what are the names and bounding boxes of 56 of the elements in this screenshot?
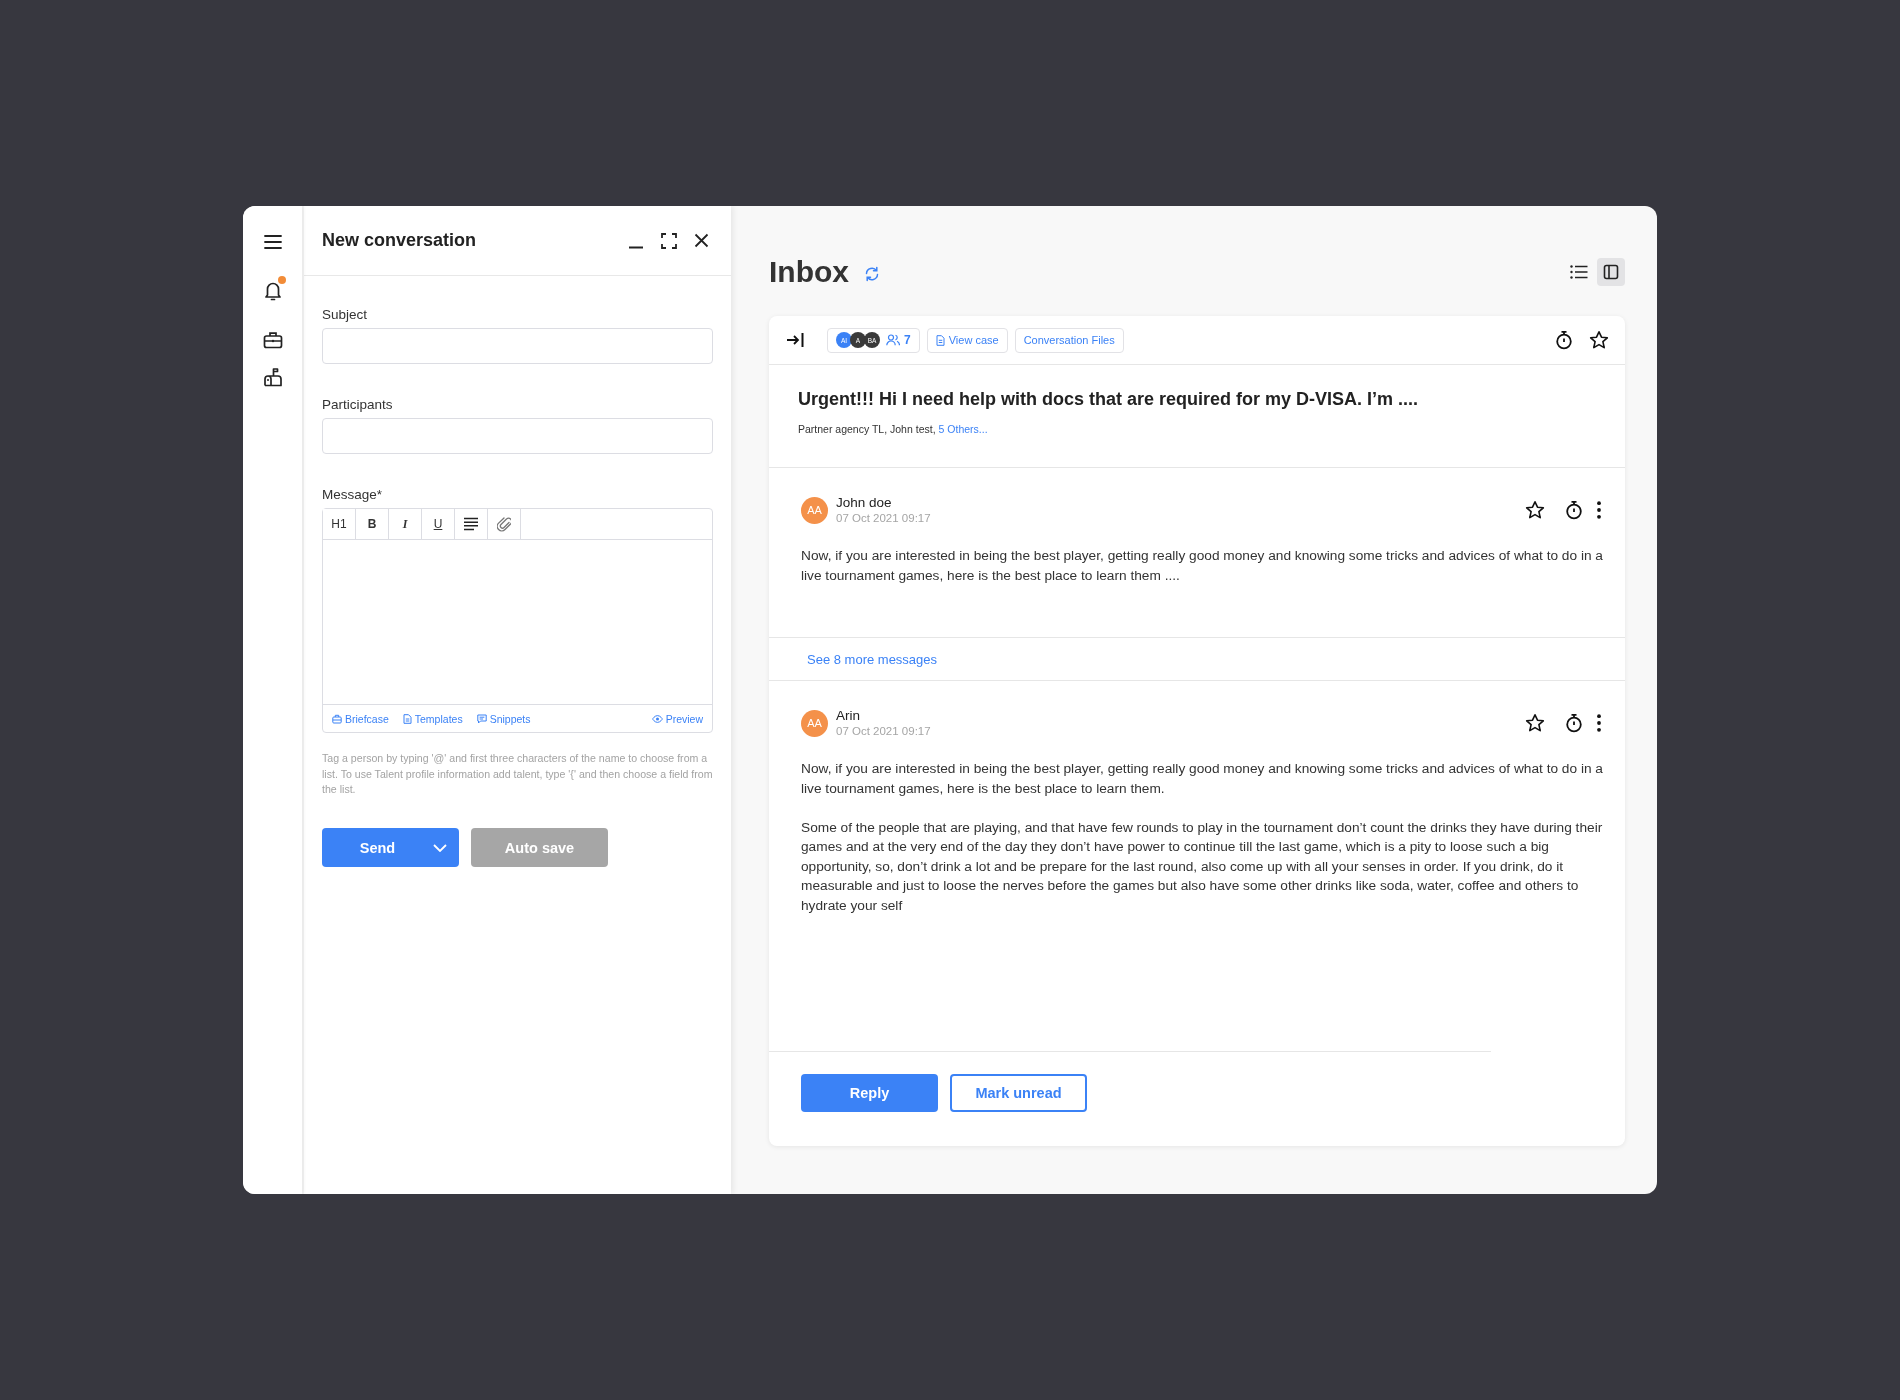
message-text: Now, if you are interested in being the best player, getting really good money and knowing some tricks and advices of what to do in a live tournament games, here is the best place to learn them. — [801, 760, 1604, 798]
text-input[interactable] — [322, 328, 713, 364]
recipients-text: Partner agency TL, John test, — [798, 422, 936, 437]
conversation-subject: Urgent!!! Hi I need help with docs that are required for my D-VISA. I’m .... — [798, 388, 1420, 410]
message-editor[interactable]: H1 B I U Briefcase Templates Snippets Preview — [322, 508, 713, 733]
fullscreen-icon[interactable] — [661, 232, 677, 249]
mark-unread-button[interactable]: Mark unread — [950, 1074, 1087, 1112]
helper-text: Tag a person by typing '@' and first three characters of the name to choose from a list. To use Talent profile information add talent, type '{' and then choose a field from the list. — [322, 751, 713, 798]
document-icon — [935, 334, 945, 346]
more-options-icon[interactable] — [1597, 714, 1601, 732]
field-label: Message* — [322, 486, 384, 503]
star-icon[interactable] — [1525, 713, 1545, 733]
stopwatch-icon[interactable] — [1555, 330, 1573, 350]
preview-link[interactable]: Preview — [651, 712, 703, 725]
insert-link[interactable]: Templates — [402, 712, 463, 725]
field-label: Participants — [322, 396, 394, 413]
close-icon[interactable] — [694, 233, 709, 248]
more-options-icon[interactable] — [1597, 501, 1601, 519]
insert-link[interactable]: Briefcase — [332, 712, 389, 725]
insert-link[interactable]: Snippets — [476, 712, 531, 725]
participant-count: 7 — [904, 333, 911, 347]
format-button[interactable]: H1 — [323, 509, 356, 539]
avatar: AA — [801, 496, 828, 524]
star-icon[interactable] — [1525, 500, 1545, 520]
document-icon — [402, 713, 412, 724]
page-title: Inbox — [769, 255, 849, 289]
briefcase-icon — [332, 713, 342, 724]
others-link[interactable]: 5 Others... — [938, 421, 988, 437]
mailbox-icon[interactable] — [262, 367, 283, 387]
reply-button[interactable]: Reply — [801, 1074, 938, 1112]
message-time: 07 Oct 2021 09:17 — [836, 724, 931, 739]
eye-icon — [651, 714, 663, 723]
sender-name: Arin — [836, 707, 861, 724]
send-button[interactable]: Send — [322, 828, 459, 868]
panel-view-icon[interactable] — [1597, 258, 1625, 286]
link-chip[interactable]: Conversation Files — [1014, 327, 1124, 353]
stopwatch-icon[interactable] — [1565, 500, 1583, 520]
panel-title: New conversation — [322, 230, 477, 251]
sender-name: John doe — [836, 494, 893, 511]
menu-icon[interactable] — [263, 235, 282, 249]
message-text: Some of the people that are playing, and that have few rounds to play in the tournament don’t count the drinks they have during their games and at the very end of the day they don’t have power to continue till the last game, which is a pity to loose such a big opportunity, so, don’t drink a lot and be prepare for the last round, also come up with all your senses in order. If you drink, do it measurable and just to loose the nerves before the games but also have some other drinks like soda, water, coffee and others to hydrate your self — [801, 818, 1604, 915]
chat-icon — [476, 713, 487, 724]
collapse-arrow-icon[interactable] — [786, 332, 804, 348]
message-text: Now, if you are interested in being the best player, getting really good money and knowing some tricks and advices of what to do in a live tournament games, here is the best place to learn them .... — [801, 547, 1604, 585]
more-messages-link[interactable]: See 8 more messages — [807, 651, 938, 667]
people-icon — [886, 334, 900, 346]
text-input[interactable] — [322, 418, 713, 454]
star-icon[interactable] — [1589, 330, 1609, 350]
caret-icon — [433, 843, 447, 852]
briefcase-icon[interactable] — [262, 331, 283, 349]
link-chip[interactable]: View case — [926, 327, 1008, 353]
stopwatch-icon[interactable] — [1565, 713, 1583, 733]
refresh-icon[interactable] — [864, 266, 880, 282]
avatar: AA — [801, 709, 828, 737]
message-time: 07 Oct 2021 09:17 — [836, 511, 931, 526]
field-label: Subject — [322, 306, 369, 323]
